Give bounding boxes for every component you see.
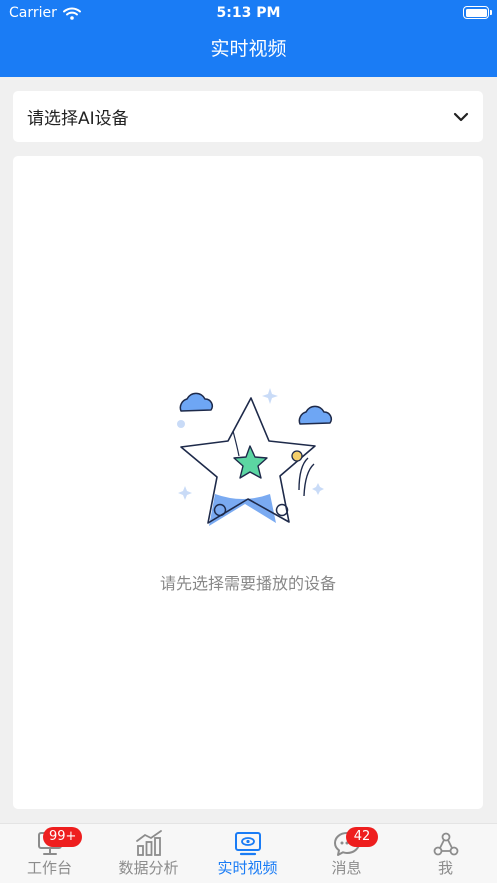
cloud-icon (298, 405, 332, 425)
tab-label: 消息 (331, 859, 362, 877)
chart-icon (135, 830, 162, 856)
battery-icon (463, 6, 492, 19)
app-header: Carrier 5:13 PM 实时视频 (0, 0, 497, 77)
monitor-icon (234, 832, 261, 856)
profile-icon (433, 832, 458, 856)
tab-label: 数据分析 (118, 859, 179, 877)
status-bar: Carrier 5:13 PM (0, 0, 497, 26)
tab-label: 我 (437, 859, 453, 877)
chevron-down-icon (453, 112, 469, 121)
tab-workbench[interactable]: 99+ 工作台 (0, 824, 99, 883)
tab-profile[interactable]: 我 (396, 824, 495, 883)
empty-star-illustration (177, 388, 332, 526)
video-panel: 请先选择需要播放的设备 (13, 156, 483, 809)
workbench-badge: 99+ (43, 827, 83, 847)
messages-badge: 42 (346, 827, 378, 847)
page-title: 实时视频 (210, 38, 287, 60)
tab-bar: 99+ 工作台 数据分析 实时视频 42 消息 我 (0, 823, 497, 883)
status-time: 5:13 PM (216, 5, 281, 21)
tab-messages[interactable]: 42 消息 (297, 824, 396, 883)
tab-live-video[interactable]: 实时视频 (198, 824, 297, 883)
device-selector[interactable]: 请选择AI设备 (13, 91, 483, 142)
empty-state-message: 请先选择需要播放的设备 (159, 574, 336, 593)
tab-data-analysis[interactable]: 数据分析 (99, 824, 198, 883)
tab-label: 实时视频 (217, 859, 278, 877)
cloud-icon (179, 392, 213, 412)
tab-label: 工作台 (26, 859, 72, 877)
device-selector-label: 请选择AI设备 (27, 109, 129, 129)
